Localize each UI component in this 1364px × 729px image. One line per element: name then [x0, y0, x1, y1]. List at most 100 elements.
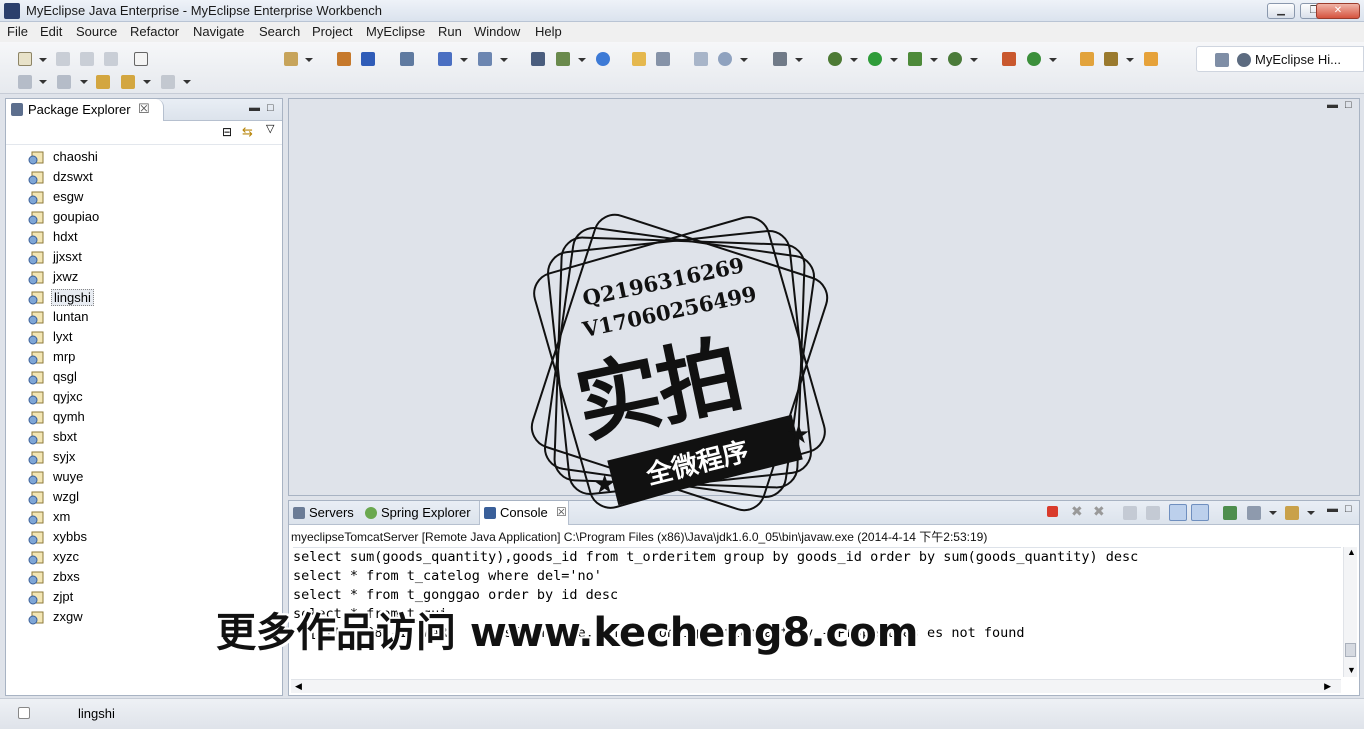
tree-item-qymh[interactable]: qymh [28, 407, 268, 427]
back-icon[interactable] [121, 75, 135, 89]
jar-icon[interactable] [337, 52, 351, 66]
chevron-down-icon[interactable] [795, 58, 803, 62]
minimize-icon[interactable]: ▬ [249, 102, 260, 114]
tree-item-mrp[interactable]: mrp [28, 347, 268, 367]
tree-item-dzswxt[interactable]: dzswxt [28, 167, 268, 187]
maximize-icon[interactable]: □ [1345, 99, 1352, 111]
tree-item-wzgl[interactable]: wzgl [28, 487, 268, 507]
menu-run[interactable]: Run [438, 24, 462, 39]
close-icon[interactable]: ☒ [138, 101, 150, 117]
scroll-lock-icon[interactable] [1146, 506, 1160, 520]
tab-package-explorer[interactable]: Package Explorer ☒ [6, 99, 164, 121]
binary-icon[interactable] [134, 52, 148, 66]
search-icon[interactable] [718, 52, 732, 66]
external-tools-icon[interactable] [948, 52, 962, 66]
perspective-label[interactable]: MyEclipse Hi... [1255, 52, 1341, 67]
tree-item-qyjxc[interactable]: qyjxc [28, 387, 268, 407]
server-icon[interactable] [438, 52, 452, 66]
open-file-icon[interactable] [656, 52, 670, 66]
chevron-down-icon[interactable] [1049, 58, 1057, 62]
tree-item-luntan[interactable]: luntan [28, 307, 268, 327]
remove-launch-icon[interactable]: ✖ [1071, 503, 1083, 520]
annotation-icon[interactable] [18, 75, 32, 89]
ejb-icon[interactable] [361, 52, 375, 66]
refresh-icon[interactable] [1027, 52, 1041, 66]
chevron-down-icon[interactable] [1307, 511, 1315, 515]
maximize-icon[interactable]: □ [267, 102, 274, 114]
new-class-icon[interactable] [1002, 52, 1016, 66]
menu-source[interactable]: Source [76, 24, 117, 39]
show-on-stdout-icon[interactable] [1169, 504, 1187, 521]
minimize-icon[interactable]: ▬ [1327, 503, 1338, 515]
chevron-down-icon[interactable] [970, 58, 978, 62]
tree-item-lingshi[interactable]: lingshi [28, 287, 268, 307]
chevron-down-icon[interactable] [305, 58, 313, 62]
tree-item-sbxt[interactable]: sbxt [28, 427, 268, 447]
collapse-all-icon[interactable]: ⊟ [222, 125, 232, 139]
menu-myeclipse[interactable]: MyEclipse [366, 24, 425, 39]
menu-navigate[interactable]: Navigate [193, 24, 244, 39]
vertical-scrollbar[interactable]: ▲ ▼ [1343, 547, 1357, 677]
close-button[interactable]: ✕ [1316, 3, 1360, 19]
chevron-down-icon[interactable] [740, 58, 748, 62]
chevron-down-icon[interactable] [890, 58, 898, 62]
tree-item-lyxt[interactable]: lyxt [28, 327, 268, 347]
fast-view-icon[interactable] [18, 707, 30, 719]
scroll-up-icon[interactable]: ▲ [1347, 547, 1356, 557]
console-output[interactable]: select sum(goods_quantity),goods_id from… [293, 547, 1341, 677]
tree-item-goupiao[interactable]: goupiao [28, 207, 268, 227]
tree-item-jxwz[interactable]: jxwz [28, 267, 268, 287]
scroll-left-icon[interactable]: ◀ [295, 681, 302, 692]
open-perspective-icon[interactable] [1215, 53, 1229, 67]
menu-search[interactable]: Search [259, 24, 300, 39]
show-on-stderr-icon[interactable] [1191, 504, 1209, 521]
chevron-down-icon[interactable] [1269, 511, 1277, 515]
tree-item-zxgw[interactable]: zxgw [28, 607, 268, 627]
tree-item-hdxt[interactable]: hdxt [28, 227, 268, 247]
chevron-down-icon[interactable] [80, 80, 88, 84]
menu-window[interactable]: Window [474, 24, 520, 39]
tree-item-syjx[interactable]: syjx [28, 447, 268, 467]
clear-console-icon[interactable] [1123, 506, 1137, 520]
tree-item-chaoshi[interactable]: chaoshi [28, 147, 268, 167]
save-icon[interactable] [56, 52, 70, 66]
display-console-icon[interactable] [1247, 506, 1261, 520]
scroll-down-icon[interactable]: ▼ [1347, 665, 1356, 675]
new-type-icon[interactable] [531, 52, 545, 66]
minimize-button[interactable]: ▁ [1267, 3, 1295, 19]
tree-item-esgw[interactable]: esgw [28, 187, 268, 207]
link-editor-icon[interactable]: ⇆ [242, 124, 253, 140]
run-icon[interactable] [868, 52, 882, 66]
new-icon[interactable] [18, 52, 32, 66]
debug-icon[interactable] [828, 52, 842, 66]
pencil-icon[interactable] [1104, 52, 1118, 66]
remove-all-icon[interactable]: ✖ [1093, 503, 1105, 520]
tree-item-zjpt[interactable]: zjpt [28, 587, 268, 607]
menu-help[interactable]: Help [535, 24, 562, 39]
minimize-icon[interactable]: ▬ [1327, 99, 1338, 111]
open-console-icon[interactable] [1285, 506, 1299, 520]
open-folder-icon[interactable] [632, 52, 646, 66]
last-edit-icon[interactable] [96, 75, 110, 89]
tree-item-xyzc[interactable]: xyzc [28, 547, 268, 567]
scroll-right-icon[interactable]: ▶ [1324, 681, 1331, 692]
deploy-icon[interactable] [400, 52, 414, 66]
chevron-down-icon[interactable] [578, 58, 586, 62]
chevron-down-icon[interactable] [500, 58, 508, 62]
tab-console[interactable]: Console ☒ [479, 501, 569, 525]
chevron-down-icon[interactable] [1126, 58, 1134, 62]
tree-item-zbxs[interactable]: zbxs [28, 567, 268, 587]
forward-icon[interactable] [161, 75, 175, 89]
tree-item-xybbs[interactable]: xybbs [28, 527, 268, 547]
tree-item-wuye[interactable]: wuye [28, 467, 268, 487]
chevron-down-icon[interactable] [460, 58, 468, 62]
new-package-icon[interactable] [556, 52, 570, 66]
folder-icon[interactable] [1144, 52, 1158, 66]
tree-item-xm[interactable]: xm [28, 507, 268, 527]
open-browser-icon[interactable] [478, 52, 492, 66]
tab-spring-explorer[interactable]: Spring Explorer [361, 501, 479, 525]
globe-icon[interactable] [596, 52, 610, 66]
pin-console-icon[interactable] [1223, 506, 1237, 520]
new-web-project-icon[interactable] [284, 52, 298, 66]
horizontal-scrollbar[interactable]: ◀ ▶ [291, 679, 1341, 693]
